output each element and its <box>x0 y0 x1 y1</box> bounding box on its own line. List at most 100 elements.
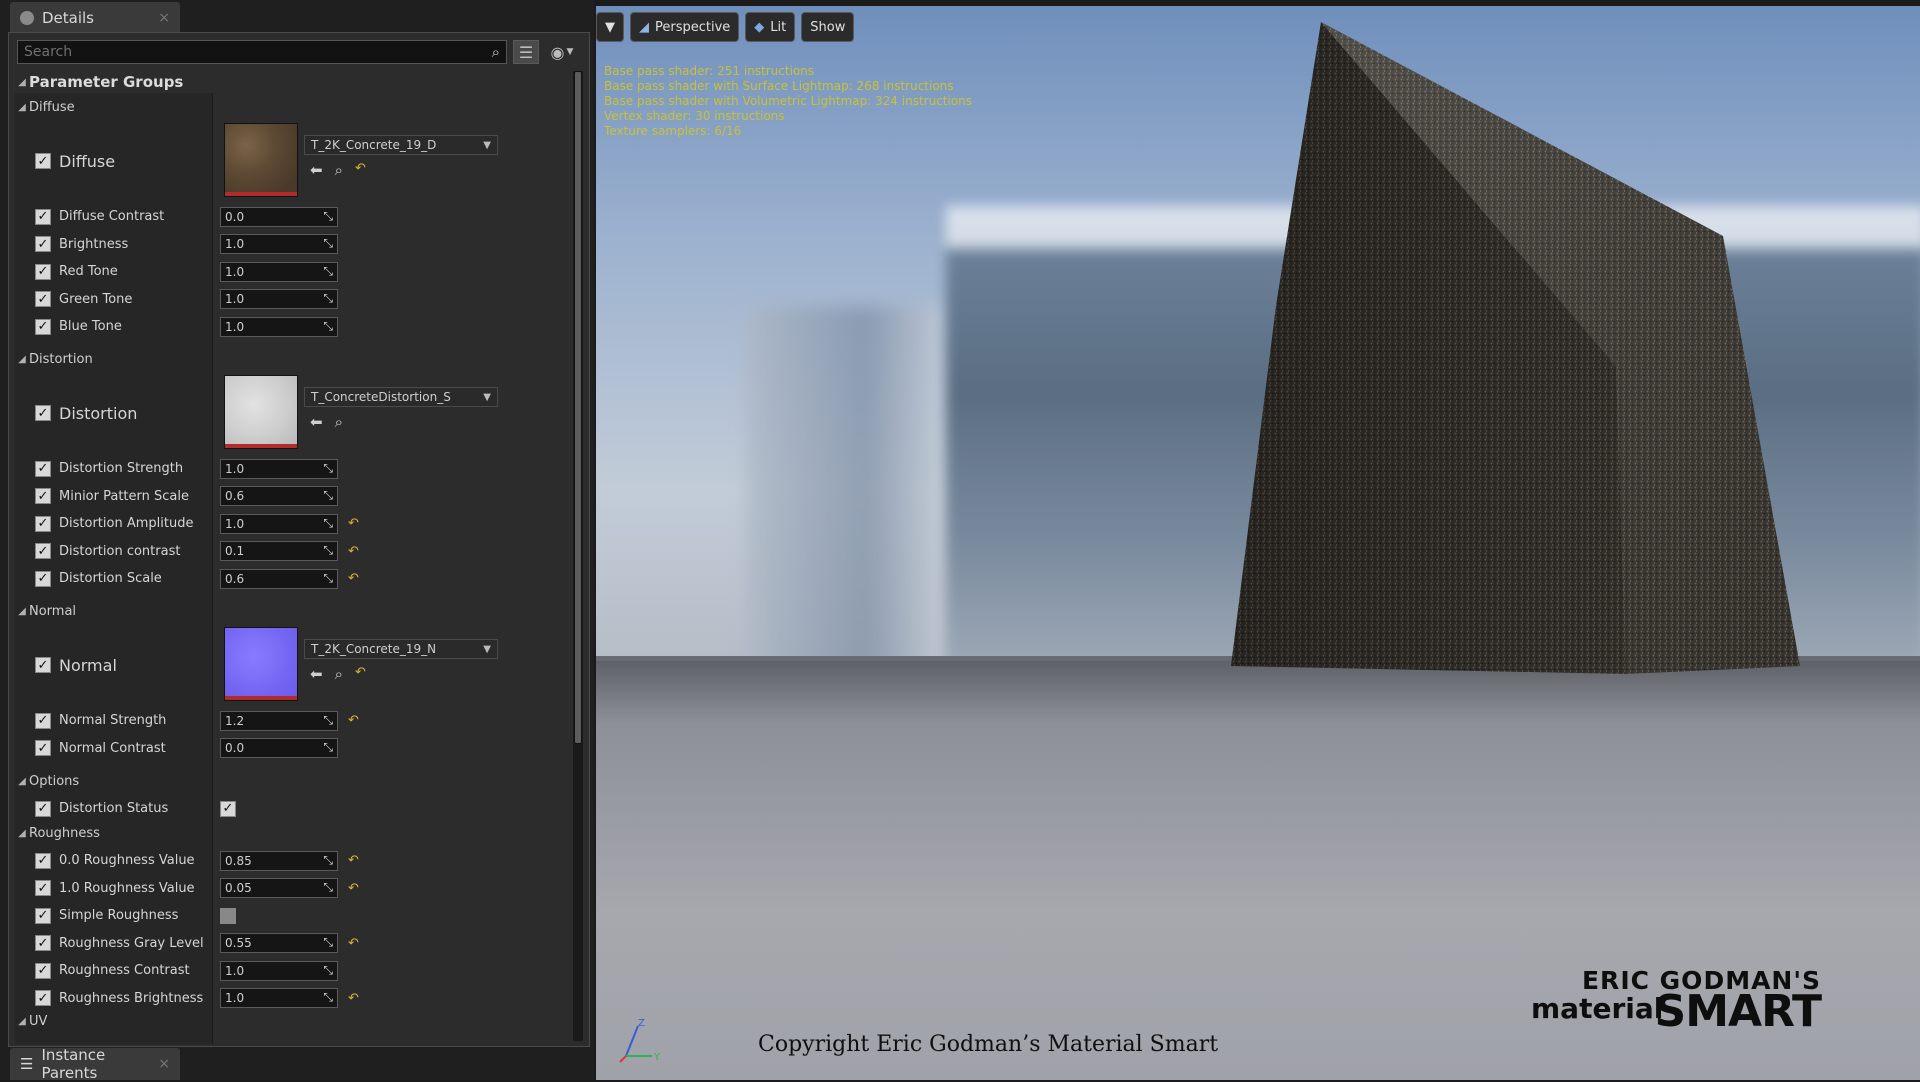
scrollbar[interactable] <box>573 71 583 1041</box>
reset-arrow-icon[interactable]: ↶ <box>348 544 359 559</box>
group-parameter-groups[interactable]: ◢ Parameter Groups <box>15 69 573 95</box>
reset-arrow-icon[interactable]: ↶ <box>348 713 359 728</box>
category-normal[interactable]: ◢ Normal <box>15 599 573 623</box>
checkbox-icon[interactable]: ✓ <box>35 962 51 979</box>
category-roughness[interactable]: ◢ Roughness <box>15 821 573 845</box>
category-distortion[interactable]: ◢ Distortion <box>15 347 573 371</box>
param-value-input[interactable]: 0.6 ⤡ <box>220 568 338 589</box>
spin-arrows-icon[interactable]: ⤡ <box>323 319 333 334</box>
reset-arrow-icon[interactable]: ↶ <box>348 881 359 896</box>
param-value-input[interactable]: 1.0 ⤡ <box>220 234 338 254</box>
texture-thumbnail[interactable] <box>224 123 298 197</box>
use-selected-arrow-icon[interactable]: ⬅ <box>310 665 323 683</box>
param-value-input[interactable]: 1.0 ⤡ <box>220 289 338 309</box>
spin-arrows-icon[interactable]: ⤡ <box>323 880 333 895</box>
param-checkbox[interactable]: ✓ <box>220 800 236 817</box>
browse-magnifier-icon[interactable]: ⌕ <box>335 665 343 683</box>
checkbox-icon[interactable]: ✓ <box>35 291 51 307</box>
browse-magnifier-icon[interactable]: ⌕ <box>335 161 343 179</box>
spin-arrows-icon[interactable]: ⤡ <box>323 461 333 476</box>
spin-arrows-icon[interactable]: ⤡ <box>323 713 333 728</box>
checkbox-icon[interactable]: ✓ <box>35 460 51 477</box>
param-value-input[interactable]: 1.0 ⤡ <box>220 960 338 981</box>
spin-arrows-icon[interactable]: ⤡ <box>323 209 333 224</box>
browse-magnifier-icon[interactable]: ⌕ <box>335 413 343 431</box>
checkbox-icon[interactable]: ✓ <box>35 153 51 169</box>
lit-button[interactable]: ◆ Lit <box>745 12 796 42</box>
checkbox-icon[interactable]: ✓ <box>35 405 51 421</box>
viewport[interactable]: ▼ ◢ Perspective ◆ Lit Show Base pass sha… <box>596 6 1920 1080</box>
texture-thumbnail[interactable] <box>224 627 298 701</box>
expand-arrow-icon[interactable]: ◢ <box>15 1016 29 1027</box>
details-tab[interactable]: Details × <box>10 2 180 34</box>
checkbox-icon[interactable]: ✓ <box>35 990 51 1006</box>
param-value-input[interactable]: 0.0 ⤡ <box>220 738 338 758</box>
viewport-options-button[interactable]: ▼ <box>596 12 624 42</box>
expand-arrow-icon[interactable]: ◢ <box>15 776 29 787</box>
spin-arrows-icon[interactable]: ⤡ <box>323 740 333 755</box>
close-icon[interactable]: × <box>158 10 170 26</box>
reset-arrow-icon[interactable]: ↶ <box>355 665 366 683</box>
expand-arrow-icon[interactable]: ◢ <box>15 102 29 113</box>
checkbox-icon[interactable]: ✓ <box>35 263 51 280</box>
texture-asset-dropdown[interactable]: T_ConcreteDistortion_S ▼ <box>304 387 498 407</box>
close-icon[interactable]: × <box>158 1056 170 1072</box>
spin-arrows-icon[interactable]: ⤡ <box>323 853 333 868</box>
category-options[interactable]: ◢ Options <box>15 769 573 793</box>
checkbox-icon[interactable]: ✓ <box>35 543 51 559</box>
expand-arrow-icon[interactable]: ◢ <box>15 354 29 365</box>
checkbox-icon[interactable]: ✓ <box>35 570 51 587</box>
param-value-input[interactable]: 1.0 ⤡ <box>220 261 338 282</box>
texture-asset-dropdown[interactable]: T_2K_Concrete_19_D ▼ <box>304 135 498 155</box>
eye-icon[interactable]: ◉ ▼ <box>545 40 579 64</box>
param-value-input[interactable]: 1.0 ⤡ <box>220 316 338 337</box>
texture-asset-dropdown[interactable]: T_2K_Concrete_19_N ▼ <box>304 639 498 659</box>
instance-parents-tab[interactable]: ☰ Instance Parents × <box>10 1046 180 1082</box>
checkbox-icon[interactable]: ✓ <box>35 208 51 225</box>
param-value-input[interactable]: 0.05 ⤡ <box>220 878 338 898</box>
checkbox-icon[interactable]: ✓ <box>35 852 51 869</box>
param-value-input[interactable]: 0.1 ⤡ <box>220 541 338 561</box>
search-box[interactable]: ⌕ <box>17 40 507 64</box>
texture-thumbnail[interactable] <box>224 375 298 449</box>
expand-arrow-icon[interactable]: ◢ <box>15 828 29 839</box>
checkbox-icon[interactable]: ✓ <box>35 740 51 756</box>
spin-arrows-icon[interactable]: ⤡ <box>323 516 333 531</box>
param-value-input[interactable]: 1.0 ⤡ <box>220 513 338 534</box>
use-selected-arrow-icon[interactable]: ⬅ <box>310 413 323 431</box>
checkbox-icon[interactable]: ✓ <box>35 515 51 532</box>
category-uv[interactable]: ◢ UV <box>15 1009 573 1033</box>
spin-arrows-icon[interactable]: ⤡ <box>323 935 333 950</box>
checkbox-icon[interactable]: ✓ <box>35 935 51 951</box>
param-value-input[interactable]: 1.2 ⤡ <box>220 710 338 731</box>
checkbox-icon[interactable]: ✓ <box>35 907 51 924</box>
spin-arrows-icon[interactable]: ⤡ <box>323 291 333 306</box>
search-input[interactable] <box>24 44 492 60</box>
spin-arrows-icon[interactable]: ⤡ <box>323 264 333 279</box>
reset-arrow-icon[interactable]: ↶ <box>348 991 359 1006</box>
spin-arrows-icon[interactable]: ⤡ <box>323 571 333 586</box>
list-view-icon[interactable]: ☰ <box>513 40 539 64</box>
use-selected-arrow-icon[interactable]: ⬅ <box>310 161 323 179</box>
expand-arrow-icon[interactable]: ◢ <box>15 77 29 88</box>
reset-arrow-icon[interactable]: ↶ <box>348 516 359 531</box>
spin-arrows-icon[interactable]: ⤡ <box>323 236 333 251</box>
expand-arrow-icon[interactable]: ◢ <box>15 606 29 617</box>
reset-arrow-icon[interactable]: ↶ <box>348 571 359 586</box>
param-value-input[interactable]: 1.0 ⤡ <box>220 988 338 1008</box>
scrollbar-thumb[interactable] <box>574 71 582 744</box>
perspective-button[interactable]: ◢ Perspective <box>630 12 740 42</box>
checkbox-icon[interactable]: ✓ <box>35 236 51 252</box>
param-value-input[interactable]: 0.85 ⤡ <box>220 850 338 871</box>
checkbox-icon[interactable]: ✓ <box>35 800 51 817</box>
spin-arrows-icon[interactable]: ⤡ <box>323 990 333 1005</box>
reset-arrow-icon[interactable]: ↶ <box>355 161 366 179</box>
param-checkbox[interactable]: ✓ <box>220 907 236 924</box>
category-diffuse[interactable]: ◢ Diffuse <box>15 95 573 119</box>
reset-arrow-icon[interactable]: ↶ <box>348 936 359 951</box>
search-icon[interactable]: ⌕ <box>492 43 500 61</box>
param-value-input[interactable]: 0.0 ⤡ <box>220 206 338 227</box>
spin-arrows-icon[interactable]: ⤡ <box>323 543 333 558</box>
show-button[interactable]: Show <box>801 12 855 42</box>
param-value-input[interactable]: 0.6 ⤡ <box>220 486 338 506</box>
